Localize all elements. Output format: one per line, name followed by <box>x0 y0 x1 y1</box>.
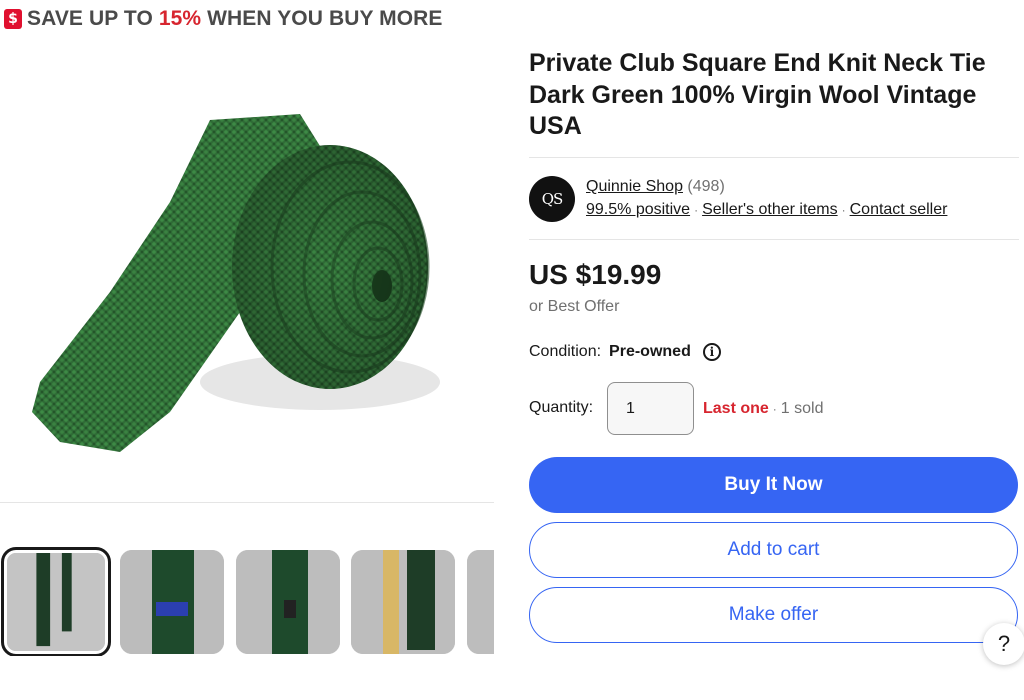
thumbnail-strip <box>0 546 494 656</box>
promo-text: SAVE UP TO 15% WHEN YOU BUY MORE <box>27 7 443 30</box>
image-divider <box>0 502 494 503</box>
sold-count: 1 sold <box>780 400 824 417</box>
thumbnail-1[interactable] <box>1 547 111 656</box>
best-offer-text: or Best Offer <box>529 298 620 315</box>
condition-value: Pre-owned <box>609 343 691 360</box>
seller-positive-link[interactable]: 99.5% positive <box>586 201 690 218</box>
thumbnail-3[interactable] <box>236 550 340 654</box>
thumbnail-2[interactable] <box>120 550 224 654</box>
seller-name-link[interactable]: Quinnie Shop <box>586 178 683 195</box>
thumbnail-4[interactable] <box>351 550 455 654</box>
add-to-cart-button[interactable]: Add to cart <box>529 522 1018 578</box>
info-icon[interactable]: i <box>702 343 721 361</box>
quantity-label: Quantity: <box>529 399 594 416</box>
make-offer-button[interactable]: Make offer <box>529 587 1018 643</box>
stock-status: Last one · 1 sold <box>703 400 824 417</box>
price: US $19.99 <box>529 259 662 290</box>
quantity-input[interactable] <box>607 382 694 435</box>
seller-feedback-count: (498) <box>687 178 725 195</box>
promo-banner: $ SAVE UP TO 15% WHEN YOU BUY MORE <box>4 7 443 31</box>
seller-other-items-link[interactable]: Seller's other items <box>702 201 838 218</box>
help-icon[interactable]: ? <box>983 623 1024 665</box>
listing-title: Private Club Square End Knit Neck Tie Da… <box>529 49 986 140</box>
thumbnail-5[interactable] <box>467 550 494 654</box>
contact-seller-link[interactable]: Contact seller <box>850 201 948 218</box>
main-product-image[interactable] <box>0 42 494 502</box>
last-one-text: Last one <box>703 400 769 417</box>
dollar-tag-icon: $ <box>4 9 22 29</box>
seller-card: QS Quinnie Shop (498) 99.5% positive · Sel… <box>529 157 1019 240</box>
condition-label: Condition: <box>529 343 602 360</box>
condition-row: Condition: Pre-owned i <box>529 343 721 361</box>
seller-avatar[interactable]: QS <box>529 176 575 222</box>
buy-it-now-button[interactable]: Buy It Now <box>529 457 1018 513</box>
